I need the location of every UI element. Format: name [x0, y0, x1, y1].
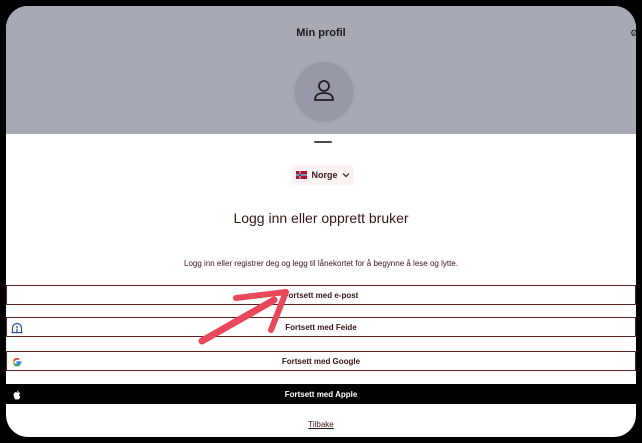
drag-handle[interactable] [314, 141, 332, 143]
apple-icon [13, 390, 21, 400]
country-label: Norge [311, 170, 338, 180]
arrow-annotation [198, 289, 289, 345]
continue-apple-button[interactable]: Fortsett med Apple [6, 384, 636, 404]
login-description: Logg inn eller registrer deg og legg til… [184, 259, 458, 268]
continue-google-button[interactable]: Fortsett med Google [6, 351, 636, 371]
google-icon [12, 357, 22, 367]
avatar[interactable] [295, 62, 353, 120]
screen: Min profil ⚙ Norge Logg inn eller oppret… [6, 6, 636, 437]
norway-flag-icon [296, 171, 308, 179]
page-title: Min profil [296, 27, 346, 39]
continue-google-label: Fortsett med Google [281, 356, 361, 366]
chevron-down-icon [342, 173, 349, 178]
continue-feide-button[interactable]: Fortsett med Feide [6, 317, 636, 337]
feide-icon [11, 322, 23, 334]
edge-icon[interactable]: ⚙ [630, 28, 636, 38]
country-select[interactable]: Norge [292, 165, 354, 185]
user-icon [314, 80, 334, 101]
login-heading: Logg inn eller opprett bruker [233, 210, 409, 226]
device-frame: Min profil ⚙ Norge Logg inn eller oppret… [0, 0, 642, 443]
continue-apple-label: Fortsett med Apple [284, 389, 358, 399]
profile-header: Min profil ⚙ [6, 6, 636, 134]
back-link[interactable]: Tilbake [6, 420, 636, 429]
continue-email-button[interactable]: Fortsett med e-post [6, 285, 636, 305]
